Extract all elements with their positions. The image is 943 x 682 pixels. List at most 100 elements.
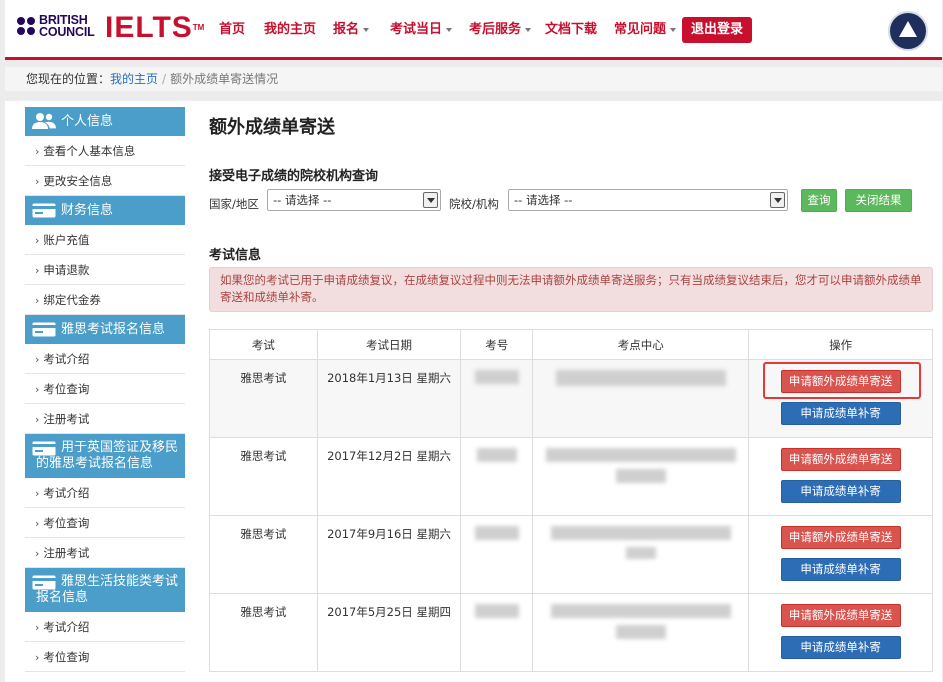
select-arrow-icon [423,192,438,208]
request-trf-resend-button[interactable]: 申请成绩单补寄 [780,402,901,425]
column-header: 操作 [748,329,933,360]
chevron-down-icon [446,27,453,32]
nav-my-page[interactable]: 我的主页 [264,19,316,41]
candidate-number-cell-redacted [460,515,534,594]
sidebar-section-ielts-registration[interactable]: 雅思考试报名信息 [25,315,185,344]
nav-downloads[interactable]: 文档下载 [545,19,597,41]
column-header: 考试 [209,329,318,360]
nav-faq[interactable]: 常见问题 [614,19,677,41]
chevron-right-icon: › [35,547,40,560]
sidebar-item-test-intro[interactable]: › 考试介绍 [25,612,185,642]
nav-home[interactable]: 首页 [219,19,245,41]
sidebar-section-title: 雅思生活技能类考试报名信息 [36,574,179,605]
chevron-right-icon: › [35,234,40,247]
card-icon [32,322,56,337]
sidebar-item-refund[interactable]: › 申请退款 [25,255,185,285]
column-header: 考号 [460,329,534,360]
card-icon [32,575,56,590]
action-cell: 申请额外成绩单寄送 申请成绩单补寄 [748,359,933,438]
sidebar-section-ukvi-registration[interactable]: 用于英国签证及移民的雅思考试报名信息 [25,434,185,478]
nav-test-day[interactable]: 考试当日 [390,19,453,41]
sidebar-section-title: 雅思考试报名信息 [61,322,166,337]
ielts-tm: TM [192,23,205,32]
select-arrow-icon [770,192,785,208]
test-centre-cell-redacted [532,437,750,516]
test-centre-cell-redacted [532,593,750,672]
sidebar-item-voucher[interactable]: › 绑定代金券 [25,285,185,315]
sidebar-item-topup[interactable]: › 账户充值 [25,225,185,255]
chevron-right-icon: › [35,487,40,500]
breadcrumb: 您现在的位置：我的主页 / 额外成绩单寄送情况 [5,67,942,91]
chevron-right-icon: › [35,651,40,664]
nav-register[interactable]: 报名 [333,19,370,41]
test-centre-cell-redacted [532,515,750,594]
chevron-right-icon: › [35,353,40,366]
site-header: BRITISH COUNCIL IELTSTM 首页 我的主页 报名 考试当日 … [5,0,942,60]
country-select[interactable]: -- 请选择 -- [267,189,441,211]
sidebar-item-register-test[interactable]: › 注册考试 [25,538,185,568]
request-extra-trf-button[interactable]: 申请额外成绩单寄送 [780,526,901,549]
exam-section-title: 考试信息 [209,248,262,263]
request-trf-resend-button[interactable]: 申请成绩单补寄 [780,480,901,503]
chevron-right-icon: › [35,294,40,307]
close-results-button[interactable]: 关闭结果 [845,189,912,212]
chevron-right-icon: › [35,383,40,396]
request-trf-resend-button[interactable]: 申请成绩单补寄 [780,636,901,659]
sidebar-item-register-test[interactable]: › 注册考试 [25,404,185,434]
date-cell: 2018年1月13日 星期六 [316,359,462,438]
sidebar-item-test-intro[interactable]: › 考试介绍 [25,344,185,374]
page-title: 额外成绩单寄送 [209,117,335,138]
action-cell: 申请额外成绩单寄送 申请成绩单补寄 [748,437,933,516]
chevron-down-icon [525,27,532,32]
breadcrumb-prefix: 您现在的位置： [26,72,111,86]
sidebar-section-finance[interactable]: 财务信息 [25,196,185,225]
request-extra-trf-button[interactable]: 申请额外成绩单寄送 [780,448,901,471]
sidebar-item-seat-search[interactable]: › 考位查询 [25,508,185,538]
sidebar-section-life-skills-registration[interactable]: 雅思生活技能类考试报名信息 [25,568,185,612]
search-button[interactable]: 查询 [801,189,837,212]
highlight-box [763,362,922,399]
exam-cell: 雅思考试 [209,437,318,516]
chevron-down-icon [363,27,370,32]
institution-select[interactable]: -- 请选择 -- [508,189,788,211]
breadcrumb-separator: / [162,72,167,86]
table-row: 雅思考试 2018年1月13日 星期六 申请额外成绩单寄送 申请成绩单补寄 [209,359,933,438]
candidate-number-cell-redacted [460,437,534,516]
country-label: 国家/地区 [209,197,259,211]
breadcrumb-home-link[interactable]: 我的主页 [110,72,158,86]
sidebar-item-security[interactable]: › 更改安全信息 [25,166,185,196]
table-row: 雅思考试 2017年5月25日 星期四 申请额外成绩单寄送 申请成绩单补寄 [209,593,933,672]
ielts-logo[interactable]: IELTSTM [105,12,204,44]
chevron-right-icon: › [35,517,40,530]
chevron-right-icon: › [35,264,40,277]
action-cell: 申请额外成绩单寄送 申请成绩单补寄 [748,593,933,672]
nav-after-test[interactable]: 考后服务 [469,19,532,41]
chevron-right-icon: › [35,145,40,158]
card-icon [32,441,56,456]
table-row: 雅思考试 2017年12月2日 星期六 申请额外成绩单寄送 申请成绩单补寄 [209,437,933,516]
sidebar-item-view-profile[interactable]: › 查看个人基本信息 [25,136,185,166]
sidebar-section-title: 财务信息 [61,203,114,218]
sidebar-item-seat-search[interactable]: › 考位查询 [25,642,185,672]
request-extra-trf-button[interactable]: 申请额外成绩单寄送 [780,604,901,627]
chevron-down-icon [670,27,677,32]
breadcrumb-current: 额外成绩单寄送情况 [170,72,279,86]
users-icon [32,113,56,129]
sidebar-item-test-intro[interactable]: › 考试介绍 [25,478,185,508]
exam-cell: 雅思考试 [209,593,318,672]
british-council-logo[interactable]: BRITISH COUNCIL [17,14,95,38]
bc-dots-icon [17,17,35,35]
sidebar-section-title: 个人信息 [61,114,114,129]
request-trf-resend-button[interactable]: 申请成绩单补寄 [780,558,901,581]
logout-button[interactable]: 退出登录 [682,17,753,43]
table-row: 雅思考试 2017年9月16日 星期六 申请额外成绩单寄送 申请成绩单补寄 [209,515,933,594]
exam-cell: 雅思考试 [209,515,318,594]
table-header-row: 考试 考试日期 考号 考点中心 操作 [209,329,933,360]
institution-select-value: -- 请选择 -- [514,193,573,207]
alert-text: 如果您的考试已用于申请成绩复议，在成绩复议过程中则无法申请额外成绩单寄送服务；只… [220,273,922,304]
query-section-title: 接受电子成绩的院校机构查询 [209,169,379,184]
exam-table: 考试 考试日期 考号 考点中心 操作 雅思考试 2018年1月13日 星期六 申… [209,329,933,672]
sidebar-item-seat-search[interactable]: › 考位查询 [25,374,185,404]
sidebar-section-personal[interactable]: 个人信息 [25,107,185,136]
test-centre-cell-redacted [532,359,750,438]
